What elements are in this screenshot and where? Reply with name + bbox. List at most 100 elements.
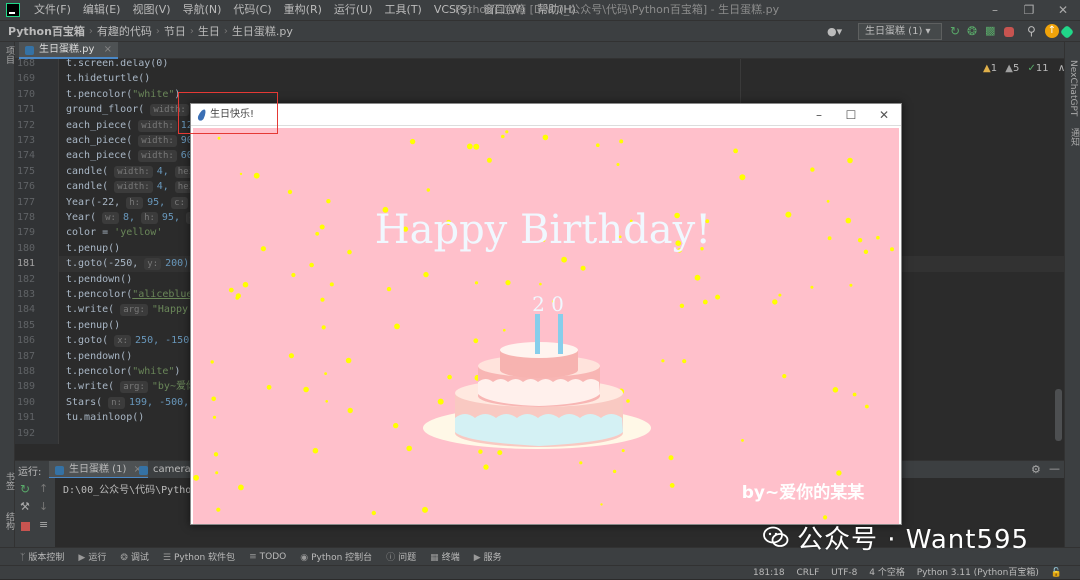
- star-dot: [486, 157, 492, 163]
- layers-icon: ☰: [162, 553, 171, 563]
- editor-scrollbar-thumb[interactable]: [1055, 389, 1062, 441]
- line-separator[interactable]: CRLF: [797, 568, 820, 578]
- star-dot: [505, 280, 511, 286]
- line-number: 179: [16, 227, 35, 239]
- star-dot: [483, 464, 489, 470]
- star-dot: [847, 157, 853, 164]
- debug-icon[interactable]: ❂: [967, 24, 981, 38]
- soft-wrap-icon[interactable]: ≡: [39, 518, 48, 531]
- editor-tab-birthday-cake[interactable]: 生日蛋糕.py ×: [19, 42, 119, 59]
- stop-icon[interactable]: [21, 522, 30, 531]
- star-dot: [422, 506, 428, 513]
- star-dot: [213, 452, 219, 457]
- cake-top-tier-base: [500, 362, 578, 378]
- tab-close-icon[interactable]: ×: [104, 44, 112, 55]
- notifications-tool-button[interactable]: 通知: [1068, 128, 1080, 146]
- star-dot: [393, 422, 399, 429]
- star-dot: [423, 271, 429, 278]
- file-encoding[interactable]: UTF-8: [831, 568, 857, 578]
- hide-panel-icon[interactable]: —: [1049, 462, 1060, 475]
- code-text: t.pencolor(: [66, 366, 133, 377]
- star-dot: [561, 256, 567, 263]
- star-dot: [616, 163, 620, 166]
- inspection-widget[interactable]: ▲1 ▲5 ✓11 ∧ ∨: [983, 63, 1064, 74]
- code-line: t.hideturtle(): [66, 71, 150, 86]
- menu-navigate[interactable]: 导航(N): [177, 0, 228, 20]
- user-icon[interactable]: ●▾: [827, 25, 842, 38]
- tool-todo[interactable]: ≡ TODO: [249, 552, 286, 562]
- tool-python-console[interactable]: ◉ Python 控制台: [300, 550, 372, 563]
- tool-debug[interactable]: ❂ 调试: [120, 550, 149, 563]
- restore-icon[interactable]: ❐: [1012, 0, 1046, 20]
- breadcrumb-folder-birthday[interactable]: 生日: [196, 23, 222, 39]
- menu-refactor[interactable]: 重构(R): [278, 0, 328, 20]
- menu-file[interactable]: 文件(F): [28, 0, 77, 20]
- star-dot: [863, 249, 869, 254]
- breadcrumb-folder-holiday[interactable]: 节日: [162, 23, 188, 39]
- run-config-select[interactable]: 生日蛋糕 (1) ▾: [858, 23, 942, 40]
- arrow-up-icon[interactable]: ↑: [39, 482, 48, 495]
- plugin-icon[interactable]: [1059, 24, 1075, 40]
- star-dot: [238, 484, 244, 491]
- breadcrumb-file[interactable]: 生日蛋糕.py: [230, 23, 295, 39]
- gear-icon[interactable]: ⚙: [1031, 463, 1041, 476]
- line-number-current: 181: [16, 258, 35, 270]
- run-tab-camera[interactable]: camera: [133, 461, 197, 479]
- arrow-down-icon[interactable]: ↓: [39, 500, 48, 513]
- tool-label: Python 控制台: [311, 553, 373, 563]
- menu-edit[interactable]: 编辑(E): [77, 0, 127, 20]
- star-dot: [409, 138, 416, 145]
- play-icon: ▶: [78, 553, 86, 563]
- star-dot: [827, 236, 832, 241]
- param-hint: width:: [138, 119, 177, 132]
- star-dot: [505, 130, 509, 134]
- nexchatgpt-tool-button[interactable]: NexChatGPT: [1068, 60, 1078, 116]
- pycharm-logo-icon: [6, 3, 20, 17]
- minimize-icon[interactable]: –: [803, 104, 835, 126]
- python-interpreter[interactable]: Python 3.11 (Python百宝箱): [917, 568, 1039, 578]
- star-dot: [876, 235, 880, 240]
- star-dot: [733, 148, 738, 154]
- rerun-icon[interactable]: ↻: [950, 24, 964, 38]
- wrench-icon[interactable]: ⚒: [20, 500, 30, 513]
- stop-icon[interactable]: [1004, 27, 1014, 37]
- menu-tools[interactable]: 工具(T): [379, 0, 428, 20]
- minimize-icon[interactable]: –: [978, 0, 1012, 20]
- code-text: t.penup(): [66, 319, 121, 331]
- lock-icon[interactable]: 🔓: [1051, 568, 1062, 578]
- caret-position[interactable]: 181:18: [753, 568, 785, 578]
- tool-python-packages[interactable]: ☰ Python 软件包: [163, 550, 235, 563]
- maximize-icon[interactable]: ☐: [835, 104, 867, 126]
- close-icon[interactable]: ✕: [868, 104, 900, 126]
- turtle-window-titlebar[interactable]: 生日快乐! – ☐ ✕: [191, 104, 901, 126]
- code-text: t.pendown(): [66, 273, 133, 285]
- search-icon[interactable]: ⚲: [1027, 24, 1041, 38]
- code-text: each_piece(: [66, 150, 133, 162]
- star-dot: [890, 247, 894, 252]
- update-icon[interactable]: ↑: [1045, 24, 1059, 38]
- rerun-icon[interactable]: ↻: [20, 482, 30, 496]
- close-icon[interactable]: ✕: [1046, 0, 1080, 20]
- tool-run[interactable]: ▶ 运行: [78, 550, 106, 563]
- chevron-up-icon[interactable]: ∧: [1058, 63, 1064, 74]
- star-dot: [849, 283, 853, 287]
- indent-setting[interactable]: 4 个空格: [869, 568, 905, 578]
- star-dot: [242, 281, 249, 288]
- code-text: t.goto(-250,: [66, 258, 139, 270]
- breadcrumb-project[interactable]: Python百宝箱: [0, 23, 87, 39]
- signature-text: by~爱你的某某: [742, 482, 865, 503]
- tool-version-control[interactable]: ᛉ 版本控制: [20, 550, 64, 563]
- code-line: each_piece( width:60,: [66, 148, 199, 163]
- menu-run[interactable]: 运行(U): [328, 0, 379, 20]
- menu-code[interactable]: 代码(C): [227, 0, 277, 20]
- menu-view[interactable]: 视图(V): [126, 0, 176, 20]
- tool-services[interactable]: ▶ 服务: [474, 550, 502, 563]
- breadcrumb-folder-fun-code[interactable]: 有趣的代码: [95, 23, 154, 39]
- star-dot: [215, 471, 219, 475]
- list-icon: ≡: [249, 551, 257, 562]
- star-dot: [235, 296, 240, 300]
- coverage-icon[interactable]: ▩: [985, 24, 999, 38]
- tool-problems[interactable]: ⓘ 问题: [386, 550, 416, 563]
- star-dot: [319, 224, 325, 230]
- tool-terminal[interactable]: ▦ 终端: [430, 550, 460, 563]
